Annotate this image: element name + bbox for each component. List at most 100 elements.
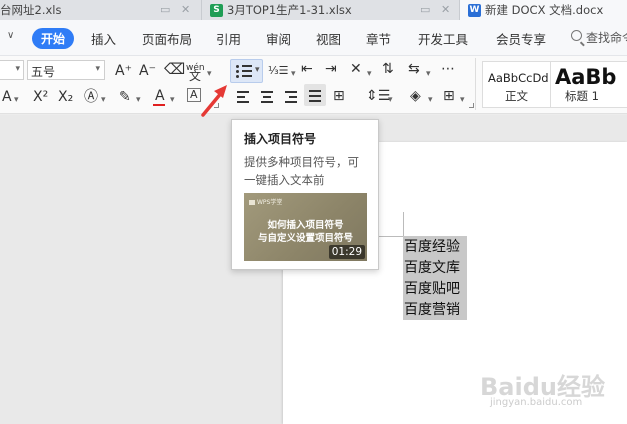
ribbon-menu-bar: ∨ 开始 插入 页面布局 引用 审阅 视图 章节 开发工具 会员专享 查找命令: [0, 20, 627, 56]
font-size-value: 五号: [31, 65, 56, 79]
video-brand-logo: WPS学堂: [249, 197, 282, 206]
tab-close-icon[interactable]: ✕: [441, 3, 450, 16]
chevron-down-icon: ▾: [95, 64, 100, 74]
word-document-icon: W: [468, 3, 481, 17]
tab-review[interactable]: 审阅: [266, 29, 291, 48]
bullet-dot: [236, 65, 239, 68]
tab-docx-file-active[interactable]: W 新建 DOCX 文档.docx: [460, 0, 627, 20]
numbered-list-icon[interactable]: ⅓☰: [268, 63, 289, 79]
distributed-align-icon[interactable]: ⊞: [333, 88, 345, 104]
tab-insert[interactable]: 插入: [91, 29, 116, 48]
document-line[interactable]: 百度营销: [404, 300, 460, 320]
chevron-down-icon[interactable]: ▾: [101, 92, 106, 108]
increase-indent-icon[interactable]: ⇥: [325, 61, 337, 77]
tooltip-title: 插入项目符号: [244, 132, 317, 146]
tab-divider: [201, 0, 202, 20]
character-shading-button[interactable]: A: [187, 88, 201, 102]
tab-monitor-icon[interactable]: ▭: [420, 3, 430, 16]
baidu-watermark-url: jingyan.baidu.com: [490, 397, 583, 408]
style-preview-text: AaBbCcDd: [488, 71, 549, 85]
margin-guide-horizontal: [378, 236, 403, 237]
chevron-down-icon[interactable]: ▾: [136, 92, 141, 108]
tab-label: 台网址2.xls: [0, 3, 62, 17]
font-color-bar: [153, 104, 165, 106]
style-name: 标题 1: [565, 89, 599, 103]
justify-icon[interactable]: [309, 90, 321, 105]
tab-label: 3月TOP1生产1-31.xlsx: [227, 3, 352, 17]
video-caption-line: 如何插入项目符号: [267, 220, 344, 231]
tab-home[interactable]: 开始: [32, 28, 74, 49]
document-tab-bar: 台网址2.xls ▭ ✕ S 3月TOP1生产1-31.xlsx ▭ ✕ W 新…: [0, 0, 627, 20]
text-outline-icon[interactable]: Ⓐ: [84, 89, 98, 105]
highlight-icon[interactable]: ✎: [119, 89, 131, 105]
chevron-down-icon[interactable]: ∨: [7, 30, 14, 41]
font-size-select[interactable]: 五号 ▾: [27, 60, 105, 80]
paragraph-dialog-launcher-icon[interactable]: [469, 103, 474, 108]
font-color-button[interactable]: A: [155, 88, 165, 104]
chevron-down-icon[interactable]: ▾: [170, 92, 175, 108]
chevron-down-icon[interactable]: ▾: [14, 92, 19, 108]
command-search[interactable]: 查找命令: [586, 29, 627, 46]
style-name: 正文: [505, 89, 528, 103]
superscript-button[interactable]: X²: [33, 89, 48, 105]
tab-monitor-icon[interactable]: ▭: [160, 3, 170, 16]
video-caption-line: 与自定义设置项目符号: [257, 233, 353, 244]
chevron-down-icon[interactable]: ▾: [428, 92, 433, 108]
document-line[interactable]: 百度经验: [404, 237, 460, 257]
tooltip-description: 一键插入文本前: [244, 173, 325, 187]
style-heading1-card[interactable]: AaBb 标题 1: [550, 61, 627, 108]
chevron-down-icon[interactable]: ▾: [291, 66, 296, 82]
chevron-down-icon: ▾: [255, 65, 260, 75]
show-hide-marks-icon[interactable]: ⋯: [441, 61, 455, 77]
chevron-down-icon: ▾: [15, 64, 20, 74]
sort-icon[interactable]: ⇅: [382, 61, 394, 77]
bullet-list-button[interactable]: ▾: [230, 59, 263, 83]
chevron-down-icon[interactable]: ▾: [367, 66, 372, 82]
chevron-down-icon[interactable]: ▾: [207, 66, 212, 82]
toolbar-divider: [475, 58, 476, 110]
tab-references[interactable]: 引用: [216, 29, 241, 48]
spreadsheet-icon: S: [210, 3, 223, 17]
tab-member[interactable]: 会员专享: [496, 29, 546, 48]
document-line[interactable]: 百度文库: [404, 258, 460, 278]
align-right-icon[interactable]: [285, 91, 297, 106]
chevron-down-icon[interactable]: ▾: [460, 92, 465, 108]
borders-icon[interactable]: ⊞: [443, 88, 455, 104]
tab-xls-file[interactable]: 台网址2.xls: [0, 0, 150, 20]
tab-developer[interactable]: 开发工具: [418, 29, 468, 48]
tab-view[interactable]: 视图: [316, 29, 341, 48]
paragraph-shading-icon[interactable]: ◈: [410, 88, 421, 104]
chevron-down-icon[interactable]: ▾: [388, 92, 393, 108]
phonetic-guide-icon: 文: [189, 69, 202, 83]
clear-format-eraser-icon[interactable]: ⌫: [164, 61, 185, 77]
tab-close-icon[interactable]: ✕: [181, 3, 190, 16]
tab-xlsx-file[interactable]: S 3月TOP1生产1-31.xlsx: [210, 0, 420, 20]
shrink-font-button[interactable]: A⁻: [139, 63, 156, 79]
tutorial-video-thumbnail[interactable]: WPS学堂 如何插入项目符号 与自定义设置项目符号 01:29: [244, 193, 367, 261]
text-direction-icon[interactable]: ⇆: [408, 61, 420, 77]
red-arrow-annotation-icon: [201, 85, 227, 117]
video-duration: 01:29: [328, 245, 365, 259]
line-spacing-icon[interactable]: ⇕☰: [366, 88, 390, 104]
bullet-list-tooltip: 插入项目符号 提供多种项目符号，可 一键插入文本前 WPS学堂 如何插入项目符号…: [231, 119, 379, 270]
bullet-dot: [236, 75, 239, 78]
font-name-select[interactable]: ▾: [0, 60, 24, 80]
tab-chapter[interactable]: 章节: [366, 29, 391, 48]
align-center-icon[interactable]: [261, 91, 273, 106]
tab-label: 新建 DOCX 文档.docx: [485, 3, 604, 17]
text-effect-icon[interactable]: A: [2, 89, 12, 105]
style-preview-text: AaBb: [555, 65, 617, 89]
grow-font-button[interactable]: A⁺: [115, 63, 132, 79]
bulleted-list-icon: [242, 65, 252, 80]
chevron-down-icon[interactable]: ▾: [426, 66, 431, 82]
search-icon[interactable]: [571, 30, 582, 41]
align-left-icon[interactable]: [237, 91, 249, 106]
decrease-indent-icon[interactable]: ⇤: [301, 61, 313, 77]
document-line[interactable]: 百度贴吧: [404, 279, 460, 299]
tab-page-layout[interactable]: 页面布局: [142, 29, 192, 48]
style-normal-card[interactable]: AaBbCcDd 正文: [482, 61, 551, 108]
subscript-button[interactable]: X₂: [58, 89, 73, 105]
margin-guide-vertical: [403, 212, 404, 237]
chinese-layout-icon[interactable]: ✕: [350, 61, 362, 77]
bullet-dot: [236, 70, 239, 73]
